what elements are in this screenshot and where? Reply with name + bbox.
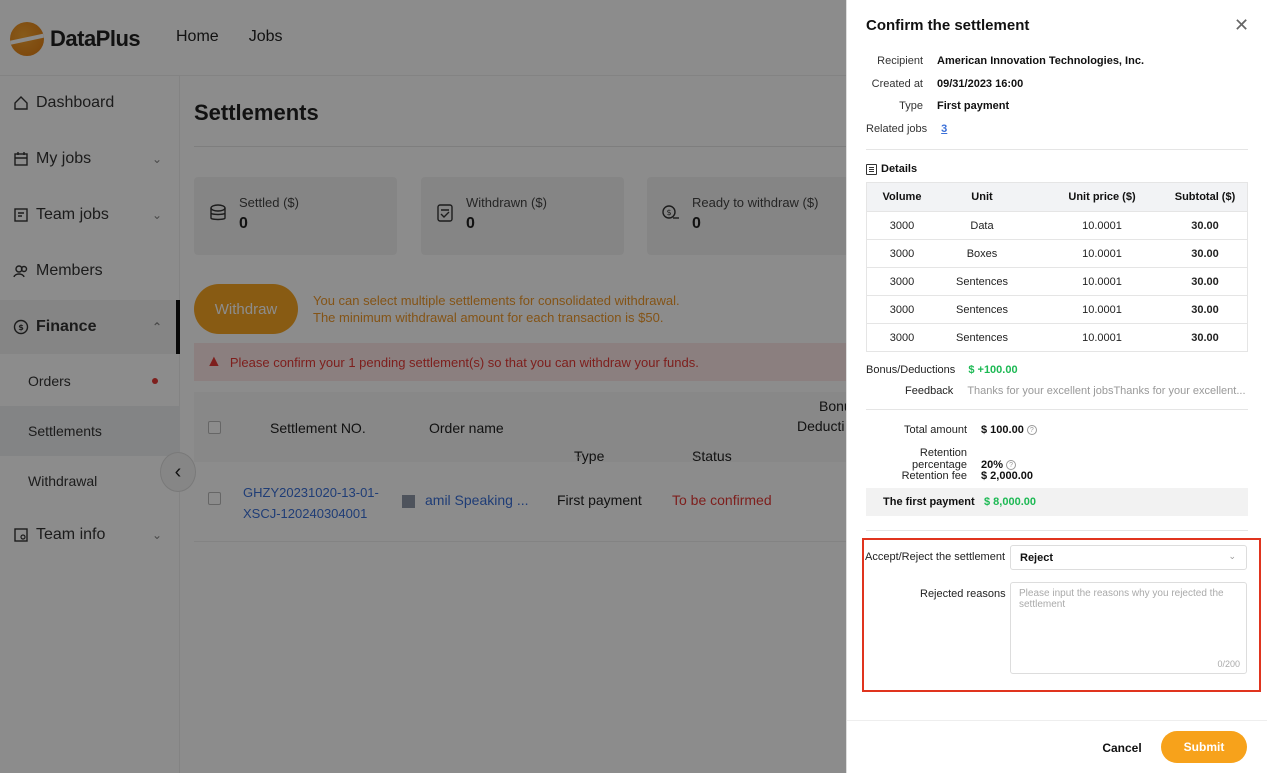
bonus-label: Bonus/Deductions: [866, 364, 956, 376]
feedback-row: Feedback Thanks for your excellent jobsTh…: [905, 385, 1246, 397]
cancel-button[interactable]: Cancel: [1093, 737, 1151, 759]
divider: [866, 530, 1248, 531]
type-label: Type: [899, 100, 923, 112]
help-icon[interactable]: ?: [1026, 425, 1037, 436]
accept-reject-value: Reject: [1020, 552, 1054, 564]
table-row: 3000 Sentences 10.0001 30.00: [867, 295, 1247, 323]
retention-fee-value: $ 2,000.00: [981, 470, 1033, 482]
related-jobs-link[interactable]: 3: [941, 123, 947, 135]
created-row: Created at 09/31/2023 16:00: [866, 78, 1024, 90]
rejected-reasons-field[interactable]: 0/200: [1010, 582, 1247, 674]
divider: [866, 149, 1248, 150]
modal-overlay[interactable]: [0, 0, 846, 773]
feedback-value: Thanks for your excellent jobsThanks for…: [967, 385, 1246, 397]
table-row: 3000 Data 10.0001 30.00: [867, 211, 1247, 239]
close-icon[interactable]: ✕: [1234, 15, 1249, 36]
total-label: Total amount: [904, 424, 967, 436]
bonus-value: $ +100.00: [968, 364, 1018, 376]
first-payment-label: The first payment: [883, 496, 975, 508]
submit-button[interactable]: Submit: [1161, 731, 1247, 763]
details-heading: Details: [866, 163, 917, 175]
recipient-value: American Innovation Technologies, Inc.: [937, 55, 1144, 67]
retention-pct-label: Retention percentage: [911, 447, 967, 471]
first-payment-row: The first payment $ 8,000.00: [866, 488, 1248, 516]
details-table-header: Volume Unit Unit price ($) Subtotal ($): [867, 183, 1247, 211]
char-counter: 0/200: [1217, 659, 1240, 669]
recipient-label: Recipient: [877, 55, 923, 67]
table-row: 3000 Sentences 10.0001 30.00: [867, 267, 1247, 295]
first-payment-value: $ 8,000.00: [984, 496, 1036, 508]
feedback-label: Feedback: [905, 385, 954, 397]
retention-percentage-row: Retention percentage 20%?: [866, 447, 1017, 471]
rejected-reasons-textarea[interactable]: [1011, 583, 1246, 673]
created-label: Created at: [871, 78, 923, 90]
retention-fee-label: Retention fee: [901, 470, 967, 482]
related-jobs-label: Related jobs: [866, 123, 928, 135]
help-icon[interactable]: ?: [1006, 460, 1017, 471]
footer-divider: [847, 720, 1267, 721]
total-value: $ 100.00: [981, 424, 1024, 436]
table-row: 3000 Sentences 10.0001 30.00: [867, 323, 1247, 351]
details-table: Volume Unit Unit price ($) Subtotal ($) …: [866, 182, 1248, 352]
drawer-title: Confirm the settlement: [866, 17, 1030, 34]
created-value: 09/31/2023 16:00: [937, 78, 1024, 90]
chevron-down-icon: ⌄: [1228, 551, 1236, 561]
bonus-deductions-row: Bonus/Deductions $ +100.00: [866, 364, 1018, 376]
accept-reject-select[interactable]: Reject ⌄: [1010, 545, 1247, 570]
recipient-row: Recipient American Innovation Technologie…: [866, 55, 1144, 67]
document-icon: [866, 163, 877, 175]
type-row: Type First payment: [866, 100, 1009, 112]
related-jobs-row: Related jobs 3: [866, 123, 947, 135]
retention-fee-row: Retention fee $ 2,000.00: [866, 470, 1033, 482]
accept-reject-label: Accept/Reject the settlement: [865, 551, 1006, 563]
rejected-reasons-label: Rejected reasons: [920, 588, 1006, 600]
table-row: 3000 Boxes 10.0001 30.00: [867, 239, 1247, 267]
divider: [866, 409, 1248, 410]
total-amount-row: Total amount $ 100.00?: [866, 424, 1037, 436]
type-value: First payment: [937, 100, 1010, 112]
